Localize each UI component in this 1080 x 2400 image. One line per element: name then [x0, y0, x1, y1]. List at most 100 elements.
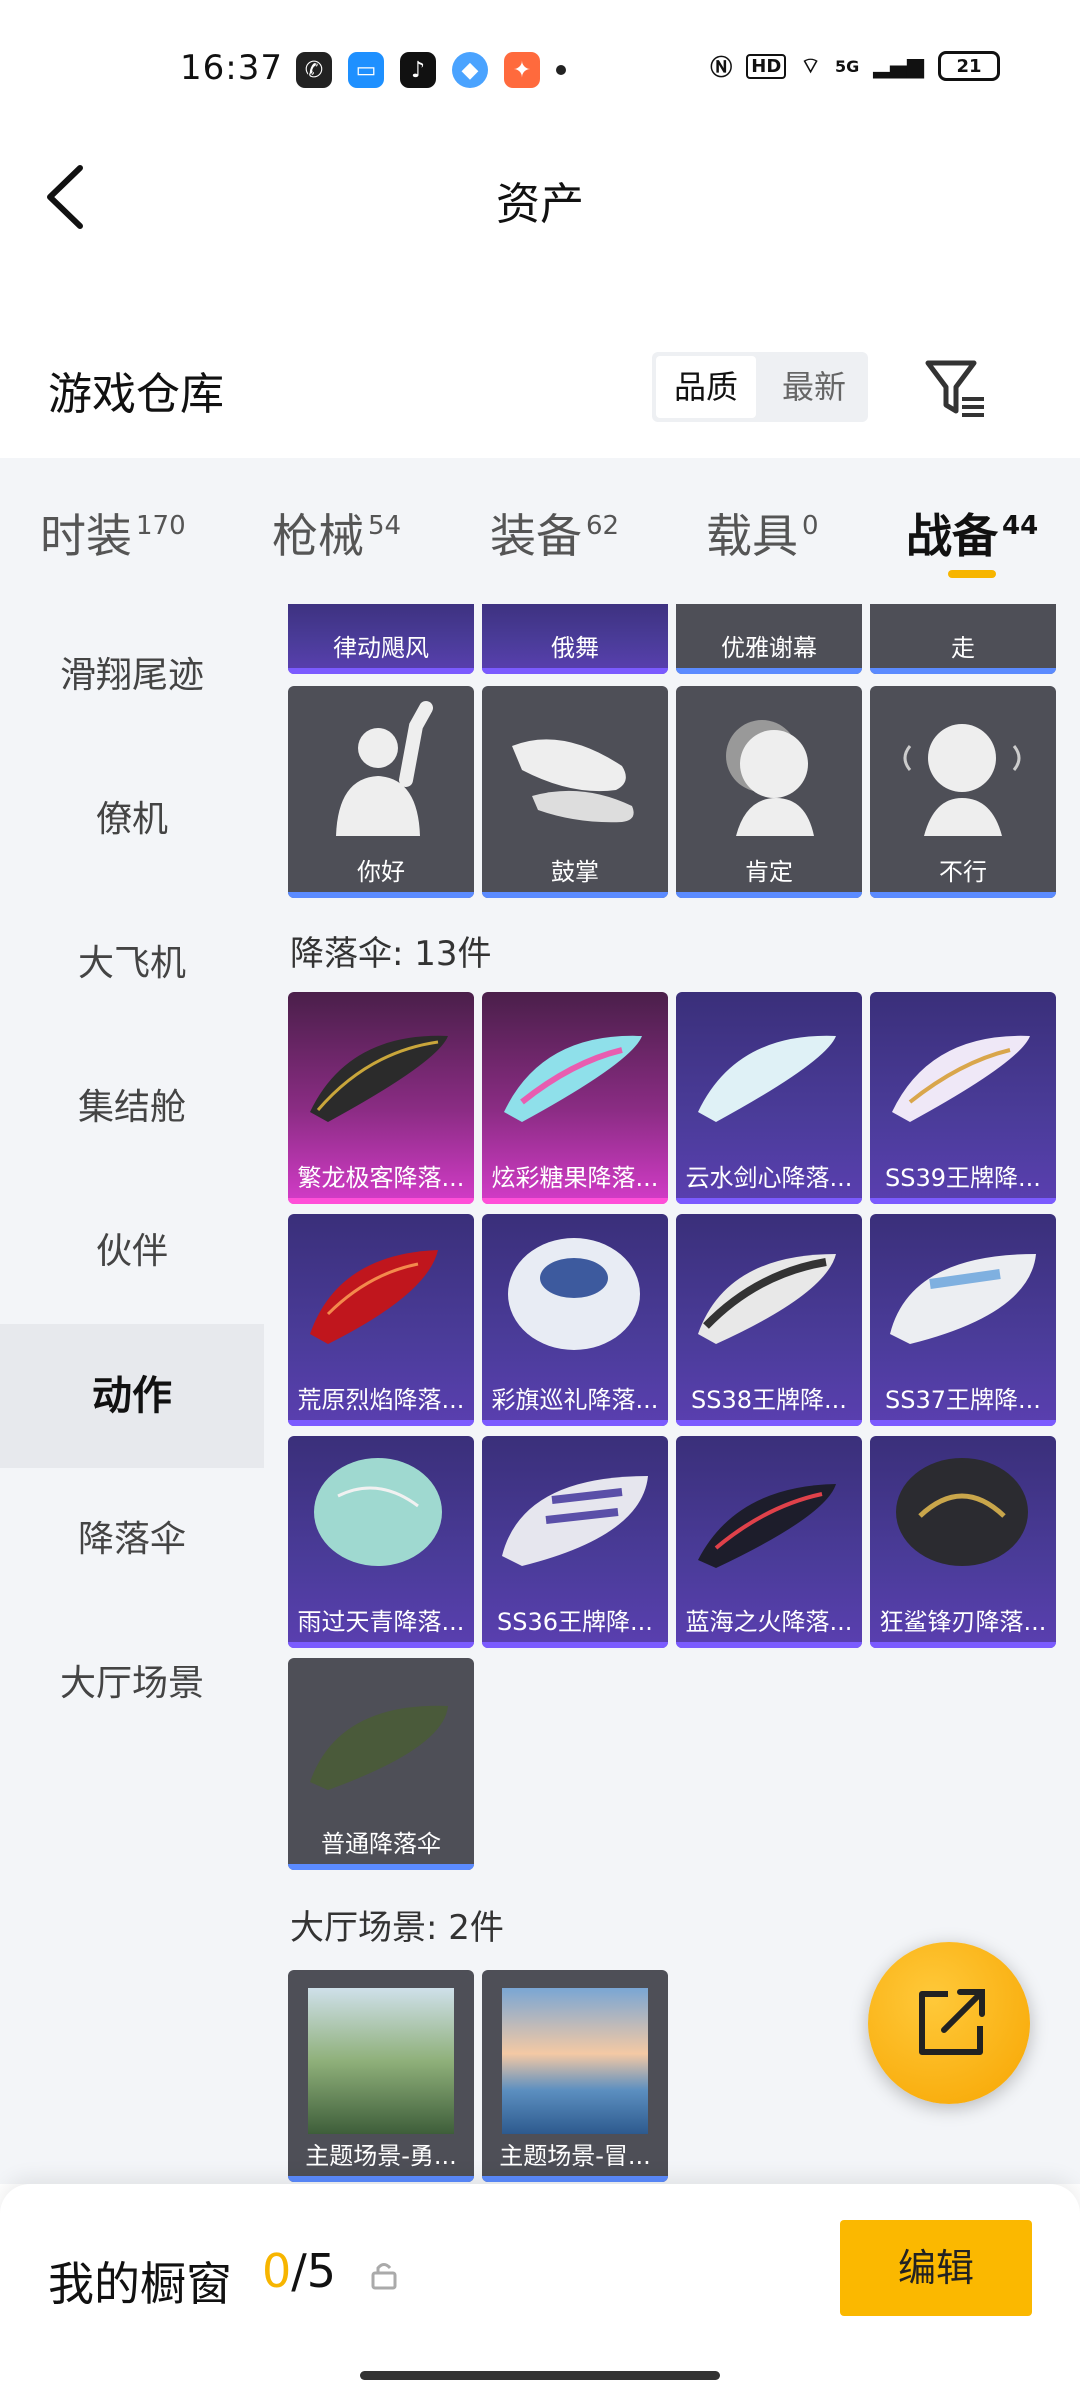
item-label: 普通降落伞 — [321, 1830, 441, 1858]
battery-icon: 21 — [938, 51, 1000, 81]
tab-count: 0 — [802, 511, 819, 541]
wave-hello-icon — [336, 701, 433, 836]
parachute-icon — [896, 1458, 1028, 1566]
rarity-bar — [482, 1198, 668, 1204]
item-label: 肯定 — [745, 858, 793, 886]
sort-quality-button[interactable]: 品质 — [656, 356, 756, 418]
item-card[interactable]: 走 — [870, 604, 1056, 674]
rarity-bar — [288, 1642, 474, 1648]
rarity-bar — [676, 668, 862, 674]
item-label: 雨过天青降落... — [297, 1608, 465, 1636]
parachute-icon — [504, 1035, 642, 1122]
item-card[interactable]: 主题场景-勇... — [288, 1970, 474, 2182]
item-card[interactable]: SS38王牌降... — [676, 1214, 862, 1426]
rarity-bar — [676, 1642, 862, 1648]
sidebar-item-glide-trail[interactable]: 滑翔尾迹 — [0, 604, 264, 748]
item-card[interactable]: 你好 — [288, 686, 474, 898]
edit-button[interactable]: 编辑 — [840, 2220, 1032, 2316]
item-label: 主题场景-勇... — [305, 2142, 457, 2170]
item-label: 繁龙极客降落... — [297, 1164, 465, 1192]
tab-equipment[interactable]: 装备 62 — [490, 500, 619, 566]
tab-active-indicator — [948, 570, 996, 578]
item-label: 不行 — [939, 858, 987, 886]
item-card[interactable]: 繁龙极客降落... — [288, 992, 474, 1204]
tab-count: 62 — [586, 511, 620, 541]
item-label: 你好 — [357, 858, 405, 886]
parachute-section-title: 降落伞: 13件 — [290, 934, 492, 974]
category-tabs: 时装 170 枪械 54 装备 62 载具 0 战备 44 — [0, 458, 1080, 604]
tab-count: 44 — [1002, 511, 1039, 541]
tab-guns[interactable]: 枪械 54 — [272, 500, 401, 566]
rarity-bar — [676, 892, 862, 898]
item-label: 优雅谢幕 — [721, 634, 817, 662]
tab-label: 时装 — [40, 509, 132, 563]
filter-icon[interactable] — [922, 355, 988, 421]
rarity-bar — [482, 1420, 668, 1426]
lock-icon — [371, 2263, 397, 2290]
network-label: 5G — [834, 56, 860, 76]
share-fab-button[interactable] — [868, 1942, 1030, 2104]
tab-readiness[interactable]: 战备 44 — [906, 500, 1038, 566]
item-card[interactable]: SS36王牌降... — [482, 1436, 668, 1648]
item-card[interactable]: 主题场景-冒... — [482, 1970, 668, 2182]
sidebar-item-partner[interactable]: 伙伴 — [0, 1180, 264, 1324]
parachute-icon — [502, 1476, 648, 1566]
item-label: 荒原烈焰降落... — [297, 1386, 465, 1414]
rarity-bar — [482, 668, 668, 674]
scene-thumbnail — [502, 1988, 648, 2134]
showcase-label: 我的橱窗 — [48, 2257, 232, 2311]
item-card[interactable]: 普通降落伞 — [288, 1658, 474, 1870]
rarity-bar — [870, 1198, 1056, 1204]
sort-newest-button[interactable]: 最新 — [764, 356, 864, 418]
item-card[interactable]: 雨过天青降落... — [288, 1436, 474, 1648]
nod-head-icon — [726, 720, 814, 836]
parachute-icon — [314, 1458, 442, 1566]
sidebar-item-lobby[interactable]: 大厅场景 — [0, 1612, 264, 1756]
item-card[interactable]: 肯定 — [676, 686, 862, 898]
item-label: 狂鲨锋刃降落... — [879, 1608, 1047, 1636]
item-label: 鼓掌 — [551, 858, 599, 886]
sidebar-item-emote[interactable]: 动作 — [0, 1324, 264, 1468]
header: 资产 — [0, 140, 1080, 250]
sidebar-item-pod[interactable]: 集结舱 — [0, 1036, 264, 1180]
status-bar: 16:37 ✆ ▭ ♪ ◆ ✦ Ⓝ HD ⌔ 5G ▂▄▆ 21 — [0, 0, 1080, 140]
item-card[interactable]: 云水剑心降落... — [676, 992, 862, 1204]
item-card[interactable]: 狂鲨锋刃降落... — [870, 1436, 1056, 1648]
home-indicator[interactable] — [360, 2371, 720, 2380]
rarity-bar — [288, 1198, 474, 1204]
sidebar-item-wingman[interactable]: 僚机 — [0, 748, 264, 892]
parachute-icon — [310, 1250, 438, 1344]
parachute-icon — [698, 1254, 836, 1344]
item-card[interactable]: 炫彩糖果降落... — [482, 992, 668, 1204]
item-label: 云水剑心降落... — [685, 1164, 853, 1192]
tab-fashion[interactable]: 时装 170 — [40, 500, 186, 566]
sidebar-item-parachute[interactable]: 降落伞 — [0, 1468, 264, 1612]
item-card[interactable]: SS37王牌降... — [870, 1214, 1056, 1426]
item-label: 走 — [951, 634, 975, 662]
item-card[interactable]: 不行 — [870, 686, 1056, 898]
rarity-bar — [870, 1642, 1056, 1648]
item-card[interactable]: 荒原烈焰降落... — [288, 1214, 474, 1426]
item-card[interactable]: 鼓掌 — [482, 686, 668, 898]
tab-label: 载具 — [706, 509, 798, 563]
sort-toggle: 品质 最新 — [652, 352, 868, 422]
message-icon: ▭ — [348, 52, 384, 88]
sidebar-item-airplane[interactable]: 大飞机 — [0, 892, 264, 1036]
item-card[interactable]: 优雅谢幕 — [676, 604, 862, 674]
tab-label: 战备 — [906, 509, 998, 563]
rarity-bar — [870, 1420, 1056, 1426]
parachute-icon — [890, 1254, 1036, 1344]
item-label: 彩旗巡礼降落... — [491, 1386, 659, 1414]
status-right: Ⓝ HD ⌔ 5G ▂▄▆ 21 — [710, 50, 1000, 82]
share-icon — [919, 1989, 985, 2055]
page-title: 资产 — [496, 179, 584, 230]
showcase-total: /5 — [291, 2244, 337, 2298]
item-card[interactable]: 彩旗巡礼降落... — [482, 1214, 668, 1426]
notification-icons: ✆ ▭ ♪ ◆ ✦ — [296, 52, 566, 88]
item-card[interactable]: 蓝海之火降落... — [676, 1436, 862, 1648]
item-card[interactable]: SS39王牌降... — [870, 992, 1056, 1204]
section-title: 游戏仓库 — [48, 369, 224, 420]
item-card[interactable]: 俄舞 — [482, 604, 668, 674]
tab-vehicles[interactable]: 载具 0 — [706, 500, 819, 566]
item-card[interactable]: 律动飓风 — [288, 604, 474, 674]
